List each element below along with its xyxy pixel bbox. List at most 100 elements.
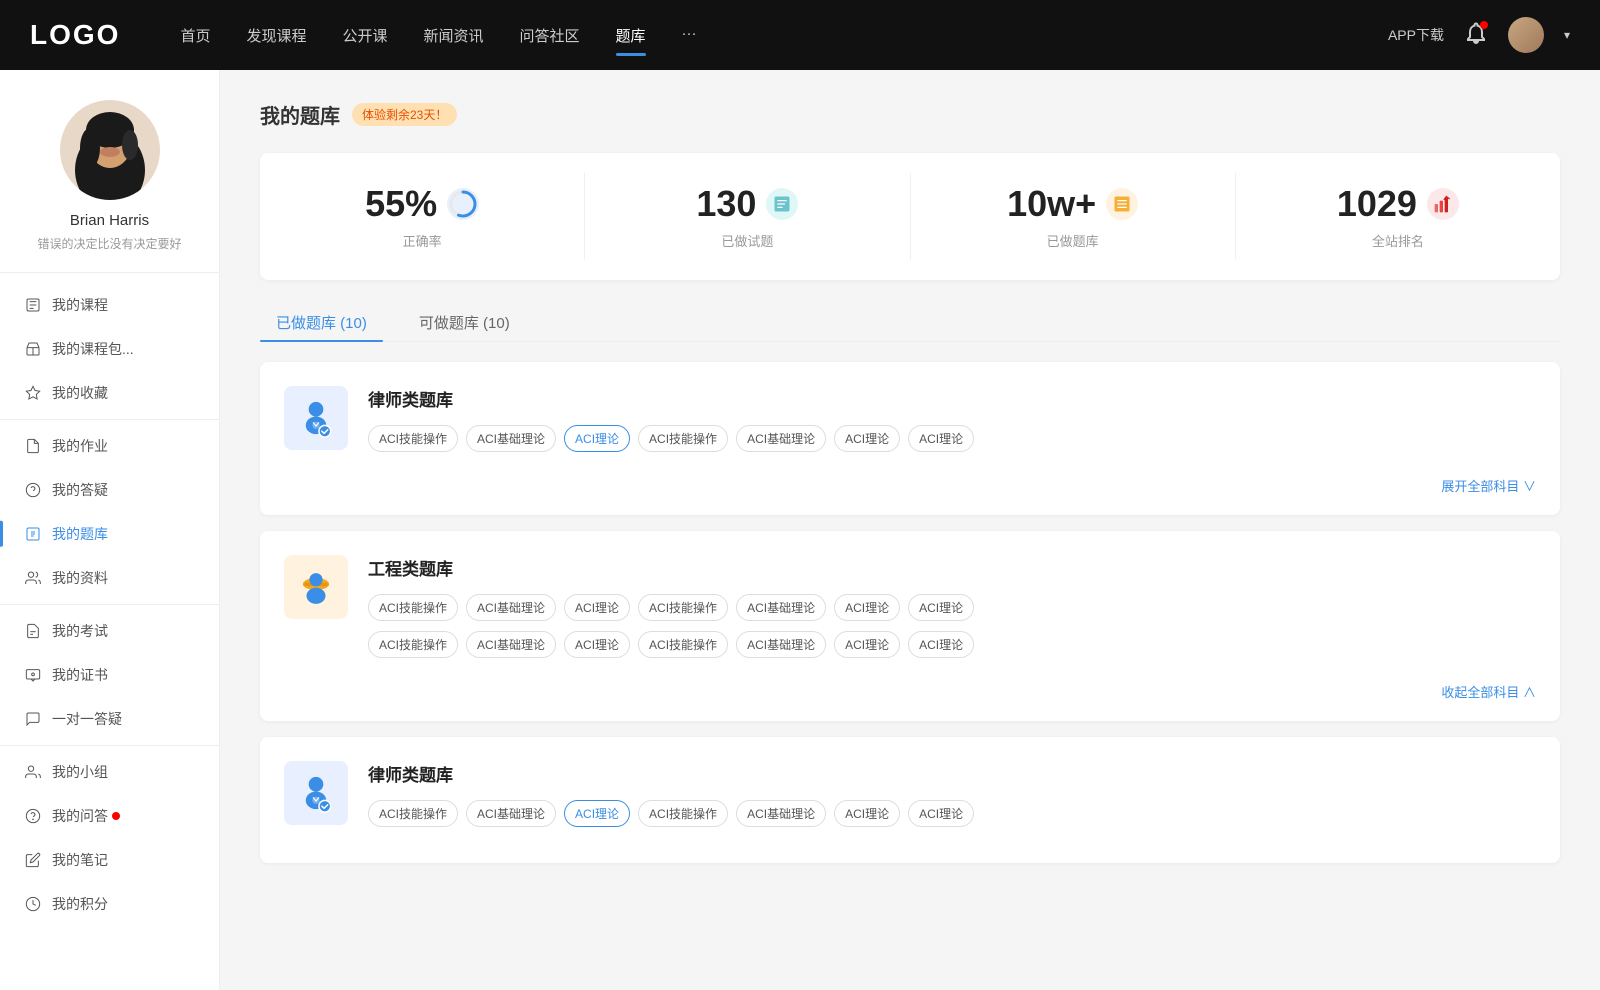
tag-eng-basic-3[interactable]: ACI基础理论 xyxy=(466,631,556,658)
main-content: 我的题库 体验剩余23天！ 55% 正确率 xyxy=(220,70,1600,990)
page-body: Brian Harris 错误的决定比没有决定要好 我的课程 我的课程包... xyxy=(0,70,1600,990)
sidebar-label-myhomework: 我的作业 xyxy=(52,436,108,456)
sidebar-label-myfavorites: 我的收藏 xyxy=(52,383,108,403)
notification-bell[interactable] xyxy=(1464,21,1488,50)
sidebar-item-myfavorites[interactable]: 我的收藏 xyxy=(0,371,219,415)
sidebar-item-myquestion[interactable]: 我的问答 xyxy=(0,794,219,838)
sidebar: Brian Harris 错误的决定比没有决定要好 我的课程 我的课程包... xyxy=(0,70,220,990)
tag-eng-ops-2[interactable]: ACI技能操作 xyxy=(638,594,728,621)
header: LOGO 首页 发现课程 公开课 新闻资讯 问答社区 题库 ··· APP下载 … xyxy=(0,0,1600,70)
tag-eng-theory-2[interactable]: ACI理论 xyxy=(834,594,900,621)
tab-done-qbank[interactable]: 已做题库 (10) xyxy=(260,304,383,341)
stat-label-qbank: 已做题库 xyxy=(1047,231,1099,250)
tag-eng-theory-5[interactable]: ACI理论 xyxy=(834,631,900,658)
stat-value-done: 130 xyxy=(696,183,756,225)
nav-discover[interactable]: 发现课程 xyxy=(246,21,306,50)
nav-opencourse[interactable]: 公开课 xyxy=(342,21,387,50)
page-title: 我的题库 xyxy=(260,100,340,129)
tag-eng-theory-1[interactable]: ACI理论 xyxy=(564,594,630,621)
material-icon xyxy=(24,569,42,587)
star-icon xyxy=(24,384,42,402)
tag-eng-basic-4[interactable]: ACI基础理论 xyxy=(736,631,826,658)
nav-more[interactable]: ··· xyxy=(682,21,697,50)
sidebar-label-mynotes: 我的笔记 xyxy=(52,850,108,870)
qbank-icon-lawyer-1 xyxy=(284,386,348,450)
tag-aci-theory-3[interactable]: ACI理论 xyxy=(834,425,900,452)
tag-eng-basic-1[interactable]: ACI基础理论 xyxy=(466,594,556,621)
stat-value-qbank: 10w+ xyxy=(1007,183,1096,225)
tag-eng-ops-3[interactable]: ACI技能操作 xyxy=(368,631,458,658)
tag-aci-theory-basic-1[interactable]: ACI基础理论 xyxy=(466,425,556,452)
expand-button-1[interactable]: 展开全部科目 ∨ xyxy=(1441,476,1536,495)
qbank-card-lawyer-2: 律师类题库 ACI技能操作 ACI基础理论 ACI理论 ACI技能操作 ACI基… xyxy=(260,737,1560,863)
qbank-header-engineer: 工程类题库 ACI技能操作 ACI基础理论 ACI理论 ACI技能操作 ACI基… xyxy=(284,555,1536,658)
sidebar-label-oneone: 一对一答疑 xyxy=(52,709,122,729)
tag-aci-ops-2[interactable]: ACI技能操作 xyxy=(638,425,728,452)
tag-l2-theory-3[interactable]: ACI理论 xyxy=(908,800,974,827)
stat-ranking: 1029 全站排名 xyxy=(1236,173,1560,260)
user-menu-chevron[interactable]: ▾ xyxy=(1564,28,1570,42)
sidebar-label-mycert: 我的证书 xyxy=(52,665,108,685)
sidebar-item-mymaterial[interactable]: 我的资料 xyxy=(0,556,219,600)
user-avatar[interactable] xyxy=(1508,17,1544,53)
stat-value-ranking: 1029 xyxy=(1337,183,1417,225)
qbank-icon-engineer xyxy=(284,555,348,619)
qbank-expand-row-1: 展开全部科目 ∨ xyxy=(284,468,1536,495)
qbank-content-lawyer-1: 律师类题库 ACI技能操作 ACI基础理论 ACI理论 ACI技能操作 ACI基… xyxy=(368,386,1536,452)
nav-qa[interactable]: 问答社区 xyxy=(520,21,580,50)
sidebar-label-mymaterial: 我的资料 xyxy=(52,568,108,588)
tag-aci-ops-1[interactable]: ACI技能操作 xyxy=(368,425,458,452)
nav-qbank[interactable]: 题库 xyxy=(616,21,646,50)
nav-news[interactable]: 新闻资讯 xyxy=(424,21,484,50)
sidebar-item-myhomework[interactable]: 我的作业 xyxy=(0,424,219,468)
logo[interactable]: LOGO xyxy=(30,19,120,51)
tag-l2-basic-2[interactable]: ACI基础理论 xyxy=(736,800,826,827)
qbank-tags-engineer-row1: ACI技能操作 ACI基础理论 ACI理论 ACI技能操作 ACI基础理论 AC… xyxy=(368,594,1536,621)
stat-label-ranking: 全站排名 xyxy=(1372,231,1424,250)
app-download-button[interactable]: APP下载 xyxy=(1388,25,1444,45)
stat-accuracy: 55% 正确率 xyxy=(260,173,585,260)
sidebar-item-mynotes[interactable]: 我的笔记 xyxy=(0,838,219,882)
qbank-icon xyxy=(24,525,42,543)
tag-aci-theory-4[interactable]: ACI理论 xyxy=(908,425,974,452)
tag-l2-theory-1[interactable]: ACI理论 xyxy=(564,800,630,827)
qbank-content-engineer: 工程类题库 ACI技能操作 ACI基础理论 ACI理论 ACI技能操作 ACI基… xyxy=(368,555,1536,658)
tag-aci-basic-2[interactable]: ACI基础理论 xyxy=(736,425,826,452)
tag-eng-theory-3[interactable]: ACI理论 xyxy=(908,594,974,621)
tab-available-qbank[interactable]: 可做题库 (10) xyxy=(403,304,526,341)
tag-eng-theory-4[interactable]: ACI理论 xyxy=(564,631,630,658)
collapse-button-2[interactable]: 收起全部科目 ∧ xyxy=(1441,682,1536,701)
sidebar-item-mygroup[interactable]: 我的小组 xyxy=(0,750,219,794)
sidebar-item-myqbank[interactable]: 我的题库 xyxy=(0,512,219,556)
qbank-header-lawyer-1: 律师类题库 ACI技能操作 ACI基础理论 ACI理论 ACI技能操作 ACI基… xyxy=(284,386,1536,452)
sidebar-label-myexam: 我的考试 xyxy=(52,621,108,641)
sidebar-label-myqbank: 我的题库 xyxy=(52,524,108,544)
done-qbank-icon xyxy=(1106,188,1138,220)
sidebar-item-mypackage[interactable]: 我的课程包... xyxy=(0,327,219,371)
accuracy-chart-icon xyxy=(447,188,479,220)
sidebar-item-myqa[interactable]: 我的答疑 xyxy=(0,468,219,512)
stat-label-done: 已做试题 xyxy=(721,231,773,250)
qbank-tags-engineer-row2: ACI技能操作 ACI基础理论 ACI理论 ACI技能操作 ACI基础理论 AC… xyxy=(368,631,1536,658)
tag-eng-ops-4[interactable]: ACI技能操作 xyxy=(638,631,728,658)
tag-aci-theory-1[interactable]: ACI理论 xyxy=(564,425,630,452)
tag-eng-ops-1[interactable]: ACI技能操作 xyxy=(368,594,458,621)
sidebar-item-mycert[interactable]: 我的证书 xyxy=(0,653,219,697)
oneone-icon xyxy=(24,710,42,728)
header-nav: 首页 发现课程 公开课 新闻资讯 问答社区 题库 ··· xyxy=(180,21,1388,50)
sidebar-item-myexam[interactable]: 我的考试 xyxy=(0,609,219,653)
tag-eng-theory-6[interactable]: ACI理论 xyxy=(908,631,974,658)
nav-home[interactable]: 首页 xyxy=(180,21,210,50)
tag-l2-basic-1[interactable]: ACI基础理论 xyxy=(466,800,556,827)
stat-top-ranking: 1029 xyxy=(1337,183,1459,225)
tag-eng-basic-2[interactable]: ACI基础理论 xyxy=(736,594,826,621)
tag-l2-ops-1[interactable]: ACI技能操作 xyxy=(368,800,458,827)
stat-label-accuracy: 正确率 xyxy=(403,231,442,250)
sidebar-label-mypoints: 我的积分 xyxy=(52,894,108,914)
sidebar-item-oneone[interactable]: 一对一答疑 xyxy=(0,697,219,741)
sidebar-item-mycourse[interactable]: 我的课程 xyxy=(0,283,219,327)
qbank-card-engineer: 工程类题库 ACI技能操作 ACI基础理论 ACI理论 ACI技能操作 ACI基… xyxy=(260,531,1560,721)
tag-l2-ops-2[interactable]: ACI技能操作 xyxy=(638,800,728,827)
sidebar-item-mypoints[interactable]: 我的积分 xyxy=(0,882,219,926)
tag-l2-theory-2[interactable]: ACI理论 xyxy=(834,800,900,827)
